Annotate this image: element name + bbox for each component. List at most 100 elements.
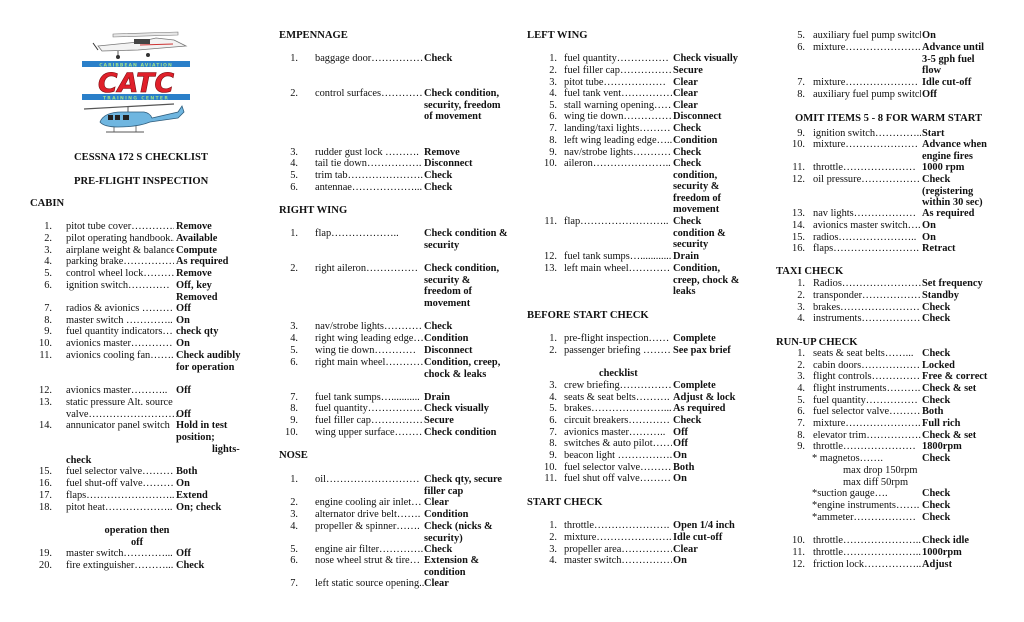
item-label: flap……………….. [315,228,399,239]
item-value: Start [922,128,945,139]
item-number: 4. [549,392,557,403]
item-label: circuit breakers………… [564,415,670,426]
item-label: fire extinguisher………... [66,560,174,571]
item-label: control surfaces………… [315,88,423,99]
item-number: 11. [792,162,805,173]
item-label: right wing leading edge… [315,333,423,344]
section-title-right-wing: RIGHT WING [279,205,348,216]
item-number: 1. [44,221,52,232]
item-label: master switch ………….. [66,315,173,326]
item-value: Extend [176,490,208,501]
item-label: wing tie down………… [315,345,417,356]
section-title-runup-check: RUN-UP CHECK [776,337,858,348]
runup-sub-value: Check [922,512,951,523]
item-value: Remove [176,268,212,279]
item-value: On [176,315,190,326]
item-value: On [673,555,687,566]
item-number: 18. [39,502,52,513]
item-label: avionics master………… [66,338,173,349]
item-label: flaps…………………….. [66,490,174,501]
item-value: Complete [673,380,716,391]
item-number: 8. [797,89,805,100]
item-value: Check visually [673,53,738,64]
item-label: nav lights……………… [813,208,917,219]
item-number: 6. [290,182,298,193]
item-label: cabin doors……………… [813,360,921,371]
item-number: 8. [549,135,557,146]
item-label: mixture………………… [813,139,919,150]
item-label: propeller & spinner……. [315,521,420,532]
item-value: Check idle [922,535,970,546]
item-number: 1. [549,520,557,531]
section-title-nose: NOSE [279,450,308,461]
item-label: fuel tank sumps…........... [315,392,420,403]
item-number: 6. [549,111,557,122]
item-number: 5. [797,30,805,41]
item-number: 2. [549,65,557,76]
item-number: 1. [797,348,805,359]
item-label: seats & seat belts……... [813,348,914,359]
item-label: fuel tank sumps…............ [564,251,672,262]
item-number: 6. [44,280,52,291]
item-label: pilot operating handbook.. [66,233,174,244]
item-number: 14. [39,420,52,431]
item-label: fuel quantity……………. [315,403,423,414]
item-value: As required [673,403,726,414]
item-value: Off [176,408,192,420]
item-label: elevator trim……………. [813,430,921,441]
item-value: Free & correct [922,371,988,382]
item-number: 7. [44,303,52,314]
item-number: 10. [39,338,52,349]
item-label: avionics master……….. [564,427,666,438]
item-value: Check condition & security [673,216,726,251]
item-number: 1. [290,53,298,64]
item-number: 5. [44,268,52,279]
item-value: Check condition, security & freedom of m… [424,263,500,309]
item-value: Both [673,462,695,473]
item-number: 8. [44,315,52,326]
item-label: radios………………….. [813,232,917,243]
logo-graphic: CARIBBEAN AVIATION CATC TRAINING CENTER [82,31,190,133]
item-label: parking brake…………… [66,256,174,267]
runup-sub-value: Check [922,500,951,511]
item-number: 10. [544,158,557,169]
item-number: 7. [290,392,298,403]
item-label: auxiliary fuel pump switch [813,30,921,41]
item-number: 4. [290,521,298,532]
item-number: 2. [290,263,298,274]
item-label: throttle…………………. [564,520,670,531]
runup-sub-item: * magnetos……. [812,453,883,464]
section-title-cabin: CABIN [30,198,65,209]
item-value: Check [424,321,453,332]
item-value: On [922,30,936,41]
item-number: 11. [39,350,52,361]
item-number: 7. [549,123,557,134]
item-number: 2. [44,233,52,244]
item-label: fuel quantity…………… [564,53,669,64]
item-value: Check condition, security, freedom of mo… [424,88,501,123]
runup-sub-item: *ammeter……………… [812,512,916,523]
item-number: 5. [549,403,557,414]
item-number: 6. [549,415,557,426]
item-number: 13. [544,263,557,274]
item-number: 9. [797,128,805,139]
item-value: Clear [424,578,449,589]
item-number: 13. [39,397,52,408]
item-number: 2. [549,532,557,543]
item-number: 2. [549,345,557,356]
item-number: 7. [290,578,298,589]
item-number: 2. [290,88,298,99]
item-value: Check & set [922,430,977,441]
item-number: 11. [544,473,557,484]
item-label: seats & seat belts………. [564,392,670,403]
item-number: 2. [797,290,805,301]
item-value: Condition [424,509,469,520]
item-value: Check visually [424,403,489,414]
item-number: 9. [549,147,557,158]
item-number: 4. [290,158,298,169]
item-label: avionics master……….. [66,385,168,396]
item-value: Advance until 3-5 gph fuel flow [922,42,985,77]
item-number: 2. [797,360,805,371]
item-label: stall warning opening…… [564,100,672,111]
item-number: 8. [797,430,805,441]
